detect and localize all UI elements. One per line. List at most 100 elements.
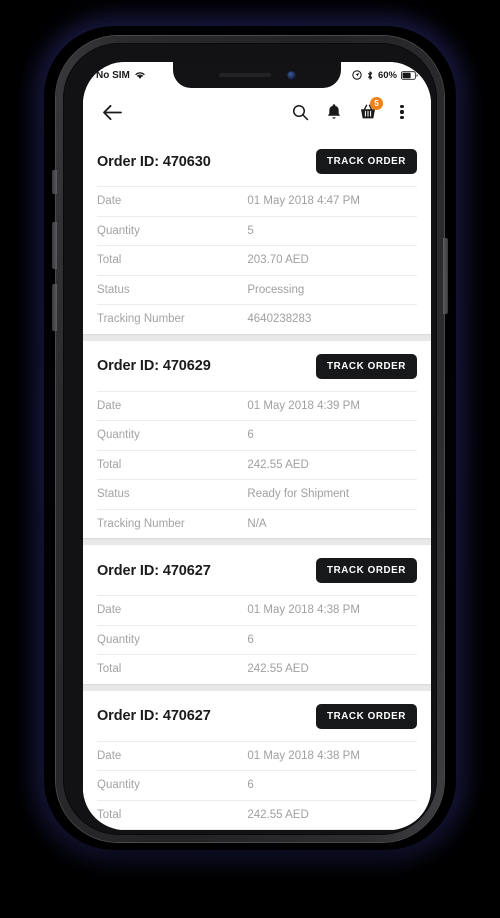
row-label: Date (97, 604, 122, 617)
front-camera-icon (286, 70, 296, 80)
order-row-quantity: Quantity 6 (97, 624, 417, 655)
search-icon (292, 104, 308, 120)
kebab-menu-icon (400, 104, 404, 120)
order-row-status: Status Handover to Courier (97, 829, 417, 830)
row-label: Quantity (97, 779, 140, 792)
row-value: 01 May 2018 4:38 PM (247, 604, 360, 617)
row-label: Total (97, 254, 122, 267)
location-icon (352, 70, 362, 80)
order-id-label: Order ID: 470627 (97, 708, 211, 724)
row-value: 5 (247, 224, 254, 237)
track-order-button[interactable]: TRACK ORDER (316, 353, 417, 379)
phone-bezel: No SIM 60% 5 Order ID: 470630 TRACK ORDE… (63, 43, 437, 835)
row-value: 01 May 2018 4:47 PM (247, 195, 360, 208)
order-row-date: Date 01 May 2018 4:38 PM (97, 595, 417, 625)
battery-icon (401, 70, 418, 80)
device-notch (173, 62, 341, 88)
row-label: Total (97, 808, 122, 821)
battery-percent-label: 60% (377, 69, 397, 81)
order-id-value: 470627 (162, 562, 211, 579)
app-bar: 5 (83, 88, 431, 136)
row-label: Status (97, 283, 130, 296)
order-row-date: Date 01 May 2018 4:39 PM (97, 390, 417, 421)
wifi-icon (135, 72, 145, 79)
row-value: 01 May 2018 4:38 PM (247, 749, 360, 762)
order-card-header: Order ID: 470629 TRACK ORDER (97, 341, 417, 391)
row-label: Status (97, 488, 130, 501)
phone-frame: No SIM 60% 5 Order ID: 470630 TRACK ORDE… (56, 36, 444, 842)
row-label: Quantity (97, 224, 140, 237)
track-order-button[interactable]: TRACK ORDER (316, 703, 417, 729)
order-row-quantity: Quantity 6 (97, 420, 417, 450)
order-card[interactable]: Order ID: 470627 TRACK ORDER Date 01 May… (83, 545, 431, 684)
bell-icon (327, 104, 341, 119)
order-card[interactable]: Order ID: 470627 TRACK ORDER Date 01 May… (83, 690, 431, 830)
volume-down-button[interactable] (52, 284, 57, 331)
order-row-quantity: Quantity 6 (97, 770, 417, 800)
earpiece-speaker (218, 73, 271, 77)
order-row-tracking: Tracking Number N/A (97, 508, 417, 539)
cart-button[interactable]: 5 (351, 95, 385, 129)
row-value: 6 (247, 633, 254, 646)
order-card-header: Order ID: 470627 TRACK ORDER (97, 545, 417, 595)
track-order-button[interactable]: TRACK ORDER (316, 149, 417, 174)
row-value: N/A (247, 517, 267, 530)
order-id-label: Order ID: 470627 (97, 562, 211, 579)
cart-badge: 5 (370, 97, 383, 110)
track-order-button[interactable]: TRACK ORDER (316, 558, 417, 583)
order-row-status: Status Processing (97, 274, 417, 305)
row-label: Tracking Number (97, 517, 185, 530)
power-button[interactable] (443, 238, 448, 314)
row-value: 6 (247, 429, 254, 442)
order-id-value: 470627 (162, 708, 211, 724)
row-label: Date (97, 195, 122, 208)
row-label: Quantity (97, 633, 140, 646)
order-id-value: 470629 (162, 358, 211, 374)
row-label: Total (97, 663, 122, 676)
row-value: 242.55 AED (247, 458, 309, 471)
back-button[interactable] (95, 95, 129, 129)
order-row-date: Date 01 May 2018 4:38 PM (97, 740, 417, 771)
row-value: Ready for Shipment (247, 488, 350, 501)
notifications-button[interactable] (317, 95, 351, 129)
volume-up-button[interactable] (52, 222, 57, 269)
order-row-total: Total 242.55 AED (97, 799, 417, 830)
row-value: 242.55 AED (247, 808, 309, 821)
row-value: 4640238283 (247, 313, 312, 326)
back-arrow-icon (102, 104, 122, 120)
carrier-label: No SIM (96, 69, 130, 81)
order-card-header: Order ID: 470630 TRACK ORDER (97, 136, 417, 186)
order-id-label: Order ID: 470630 (97, 153, 211, 170)
row-value: Processing (247, 283, 305, 296)
search-button[interactable] (283, 95, 317, 129)
order-id-label: Order ID: 470629 (97, 358, 211, 374)
order-card-header: Order ID: 470627 TRACK ORDER (97, 691, 417, 741)
order-card[interactable]: Order ID: 470629 TRACK ORDER Date 01 May… (83, 340, 431, 539)
order-row-total: Total 242.55 AED (97, 654, 417, 684)
status-bar-right: 60% (352, 70, 418, 81)
orders-list[interactable]: Order ID: 470630 TRACK ORDER Date 01 May… (83, 136, 431, 830)
row-value: 242.55 AED (247, 663, 309, 676)
order-row-status: Status Ready for Shipment (97, 479, 417, 509)
order-row-total: Total 203.70 AED (97, 245, 417, 275)
row-label: Tracking Number (97, 313, 185, 326)
silent-switch-button[interactable] (52, 170, 57, 194)
row-value: 01 May 2018 4:39 PM (247, 399, 360, 412)
phone-screen: No SIM 60% 5 Order ID: 470630 TRACK ORDE… (83, 62, 431, 830)
status-bar-left: No SIM (96, 70, 146, 81)
row-label: Date (97, 399, 122, 412)
screenshot-stage: No SIM 60% 5 Order ID: 470630 TRACK ORDE… (0, 0, 500, 918)
order-card[interactable]: Order ID: 470630 TRACK ORDER Date 01 May… (83, 136, 431, 334)
order-row-quantity: Quantity 5 (97, 215, 417, 246)
row-value: 6 (247, 779, 254, 792)
bluetooth-icon (367, 70, 373, 80)
order-id-value: 470630 (162, 153, 211, 170)
row-label: Quantity (97, 429, 140, 442)
order-row-date: Date 01 May 2018 4:47 PM (97, 186, 417, 216)
row-label: Total (97, 458, 122, 471)
order-row-tracking: Tracking Number 4640238283 (97, 304, 417, 334)
order-row-total: Total 242.55 AED (97, 449, 417, 480)
row-label: Date (97, 749, 122, 762)
row-value: 203.70 AED (247, 254, 309, 267)
overflow-menu-button[interactable] (385, 95, 419, 129)
